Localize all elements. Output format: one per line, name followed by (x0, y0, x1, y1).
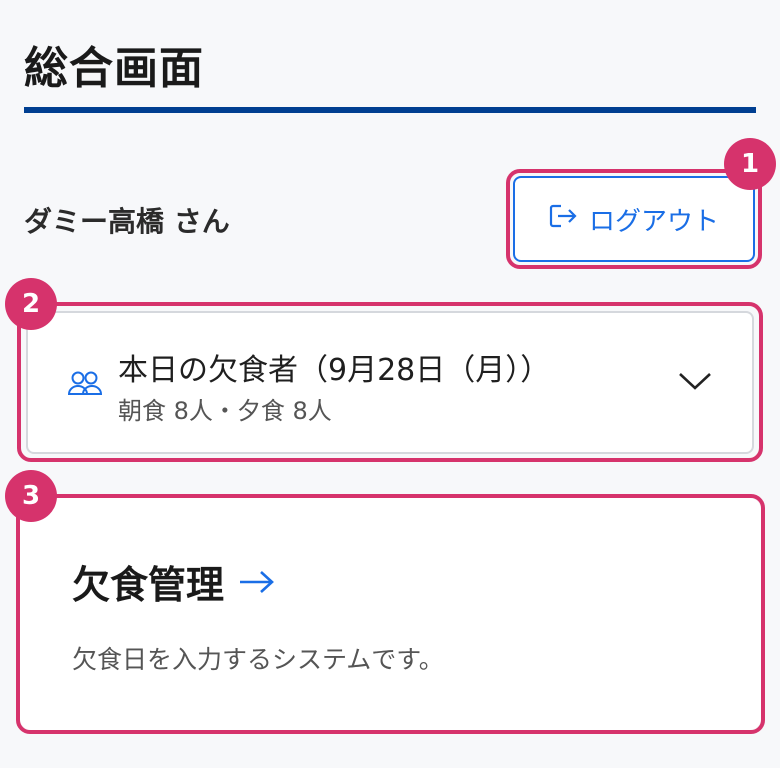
annotation-badge-2: 2 (5, 278, 57, 330)
absentees-title: 本日の欠食者（9月28日（月）） (118, 353, 551, 388)
logout-icon (549, 203, 579, 236)
user-name: ダミー高橋 さん (24, 205, 230, 238)
title-divider (24, 107, 756, 113)
logout-button[interactable]: ログアウト (513, 176, 755, 262)
absentees-accordion[interactable]: 本日の欠食者（9月28日（月）） 朝食 8人・夕食 8人 (26, 311, 754, 454)
annotation-badge-3: 3 (5, 470, 57, 522)
logout-label: ログアウト (588, 206, 719, 237)
absentees-summary: 朝食 8人・夕食 8人 (118, 397, 332, 425)
highlight-box-3 (16, 494, 765, 734)
annotation-badge-1: 1 (724, 138, 776, 190)
users-icon (67, 370, 103, 400)
chevron-down-icon[interactable] (678, 371, 712, 395)
page-title: 総合画面 (24, 43, 204, 94)
